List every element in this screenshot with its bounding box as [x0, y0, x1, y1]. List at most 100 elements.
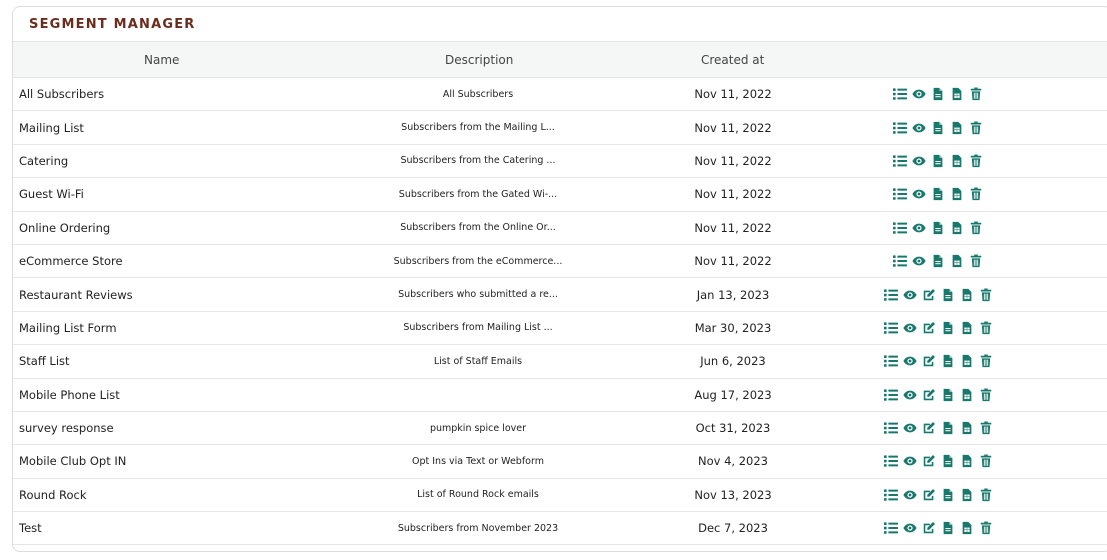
trash-icon[interactable]: [969, 187, 984, 201]
document-icon[interactable]: [931, 87, 946, 101]
segment-created-date: Nov 11, 2022: [694, 187, 772, 202]
list-icon[interactable]: [883, 488, 898, 502]
trash-icon[interactable]: [969, 254, 984, 268]
eye-icon[interactable]: [912, 221, 927, 235]
list-icon[interactable]: [883, 354, 898, 368]
document-icon[interactable]: [931, 221, 946, 235]
document-icon[interactable]: [940, 321, 955, 335]
eye-icon[interactable]: [902, 388, 917, 402]
spreadsheet-icon[interactable]: [950, 154, 965, 168]
document-icon[interactable]: [940, 454, 955, 468]
eye-icon[interactable]: [902, 488, 917, 502]
edit-icon[interactable]: [921, 354, 936, 368]
trash-icon[interactable]: [978, 354, 993, 368]
table-row: Catering Subscribers from the Catering .…: [13, 145, 1107, 179]
segment-description: Subscribers who submitted a re...: [398, 289, 558, 301]
trash-icon[interactable]: [978, 288, 993, 302]
trash-icon[interactable]: [969, 154, 984, 168]
segment-name: Test: [19, 521, 42, 536]
eye-icon[interactable]: [912, 187, 927, 201]
list-icon[interactable]: [883, 288, 898, 302]
trash-icon[interactable]: [978, 321, 993, 335]
eye-icon[interactable]: [902, 288, 917, 302]
spreadsheet-icon[interactable]: [959, 288, 974, 302]
spreadsheet-icon[interactable]: [950, 221, 965, 235]
document-icon[interactable]: [940, 288, 955, 302]
trash-icon[interactable]: [978, 454, 993, 468]
trash-icon[interactable]: [978, 421, 993, 435]
spreadsheet-icon[interactable]: [950, 121, 965, 135]
table-row: Guest Wi-Fi Subscribers from the Gated W…: [13, 178, 1107, 212]
eye-icon[interactable]: [912, 154, 927, 168]
edit-icon[interactable]: [921, 521, 936, 535]
column-header-created[interactable]: Created at: [701, 53, 764, 67]
document-icon[interactable]: [940, 421, 955, 435]
eye-icon[interactable]: [912, 87, 927, 101]
list-icon[interactable]: [883, 454, 898, 468]
spreadsheet-icon[interactable]: [959, 488, 974, 502]
eye-icon[interactable]: [902, 454, 917, 468]
list-icon[interactable]: [883, 321, 898, 335]
trash-icon[interactable]: [978, 488, 993, 502]
spreadsheet-icon[interactable]: [950, 254, 965, 268]
spreadsheet-icon[interactable]: [959, 421, 974, 435]
row-actions: [873, 145, 1003, 177]
segment-name: Staff List: [19, 354, 70, 369]
edit-icon[interactable]: [921, 388, 936, 402]
trash-icon[interactable]: [978, 521, 993, 535]
segment-created-date: Jun 6, 2023: [700, 354, 766, 369]
segment-name: Online Ordering: [19, 220, 111, 235]
document-icon[interactable]: [940, 354, 955, 368]
list-icon[interactable]: [893, 121, 908, 135]
segment-created-date: Nov 13, 2023: [694, 487, 772, 502]
segment-created-date: Nov 11, 2022: [694, 87, 772, 102]
list-icon[interactable]: [893, 187, 908, 201]
eye-icon[interactable]: [902, 321, 917, 335]
document-icon[interactable]: [940, 388, 955, 402]
spreadsheet-icon[interactable]: [950, 187, 965, 201]
spreadsheet-icon[interactable]: [959, 321, 974, 335]
trash-icon[interactable]: [969, 121, 984, 135]
table-row: survey response pumpkin spice lover Oct …: [13, 412, 1107, 446]
edit-icon[interactable]: [921, 288, 936, 302]
list-icon[interactable]: [883, 521, 898, 535]
column-header-description[interactable]: Description: [445, 53, 513, 67]
eye-icon[interactable]: [912, 121, 927, 135]
eye-icon[interactable]: [912, 254, 927, 268]
edit-icon[interactable]: [921, 488, 936, 502]
list-icon[interactable]: [893, 254, 908, 268]
eye-icon[interactable]: [902, 521, 917, 535]
document-icon[interactable]: [931, 254, 946, 268]
segment-name: Catering: [19, 153, 69, 168]
trash-icon[interactable]: [969, 221, 984, 235]
spreadsheet-icon[interactable]: [959, 454, 974, 468]
trash-icon[interactable]: [969, 87, 984, 101]
spreadsheet-icon[interactable]: [950, 87, 965, 101]
row-actions: [873, 78, 1003, 110]
eye-icon[interactable]: [902, 354, 917, 368]
document-icon[interactable]: [931, 154, 946, 168]
edit-icon[interactable]: [921, 321, 936, 335]
document-icon[interactable]: [931, 187, 946, 201]
column-header-name[interactable]: Name: [144, 53, 179, 67]
segment-name: Mailing List: [19, 120, 84, 135]
segment-description: Subscribers from the eCommerce...: [393, 255, 563, 267]
list-icon[interactable]: [893, 221, 908, 235]
spreadsheet-icon[interactable]: [959, 521, 974, 535]
list-icon[interactable]: [893, 87, 908, 101]
document-icon[interactable]: [940, 488, 955, 502]
edit-icon[interactable]: [921, 454, 936, 468]
edit-icon[interactable]: [921, 421, 936, 435]
list-icon[interactable]: [893, 154, 908, 168]
trash-icon[interactable]: [978, 388, 993, 402]
document-icon[interactable]: [940, 521, 955, 535]
segment-manager-card: SEGMENT MANAGER Name Description Created…: [12, 6, 1107, 552]
spreadsheet-icon[interactable]: [959, 354, 974, 368]
segment-name: survey response: [19, 421, 114, 436]
eye-icon[interactable]: [902, 421, 917, 435]
document-icon[interactable]: [931, 121, 946, 135]
segment-description: Subscribers from the Mailing L...: [401, 122, 555, 134]
list-icon[interactable]: [883, 421, 898, 435]
spreadsheet-icon[interactable]: [959, 388, 974, 402]
list-icon[interactable]: [883, 388, 898, 402]
